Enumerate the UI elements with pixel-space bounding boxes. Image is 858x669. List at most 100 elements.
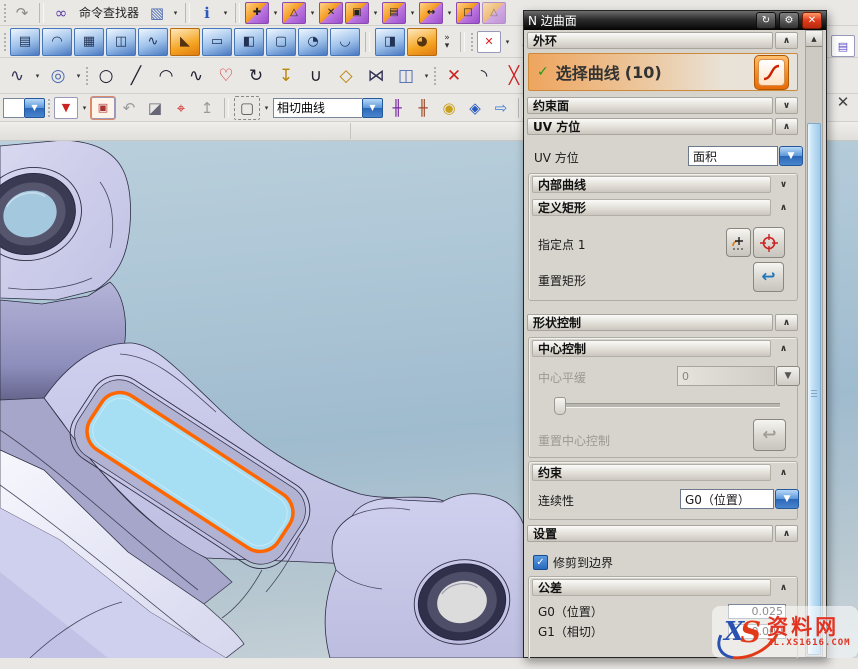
copy-face-icon[interactable]: ▣ <box>345 2 369 24</box>
rect-select-icon[interactable]: ▢ <box>234 96 260 120</box>
center-flat-slider[interactable] <box>554 403 780 408</box>
fit-view-dropdown[interactable]: ▾ <box>503 38 512 46</box>
resize-face-icon[interactable]: ↔ <box>419 2 443 24</box>
node-path-icon[interactable]: ◈ <box>463 97 487 119</box>
point-set-icon[interactable]: ○ <box>92 62 120 90</box>
move-face-icon[interactable]: ✚ <box>245 2 269 24</box>
collapse-icon[interactable]: ∧ <box>773 199 794 216</box>
pattern-face-icon[interactable]: ▤ <box>382 2 406 24</box>
fit-view-icon[interactable]: ✕ <box>477 31 501 53</box>
project-curve-icon[interactable]: ↧ <box>272 62 300 90</box>
dropdown-icon[interactable]: ▼ <box>775 489 799 509</box>
scrollbar-up-button[interactable]: ▲ <box>806 31 822 47</box>
curve-more-dropdown[interactable]: ▾ <box>422 72 431 80</box>
bounded-plane-icon[interactable]: ◠ <box>42 28 72 56</box>
follow-fillet-icon[interactable]: ◉ <box>437 97 461 119</box>
collapse-icon[interactable]: ∧ <box>775 525 798 542</box>
tube-icon[interactable]: ◎ <box>44 62 72 90</box>
offset-region-icon[interactable]: △ <box>282 2 306 24</box>
bend-surface-icon[interactable]: ◡ <box>330 28 360 56</box>
curve-rule-combo[interactable]: 相切曲线▼ <box>273 98 383 118</box>
info-dropdown[interactable]: ▾ <box>221 9 230 17</box>
fillet-curve-icon[interactable]: ◝ <box>470 62 498 90</box>
rect-select-dropdown[interactable]: ▾ <box>262 104 271 112</box>
stop-at-corner-icon[interactable]: ╫ <box>411 97 435 119</box>
info-icon[interactable]: ℹ <box>195 2 219 24</box>
expand-icon[interactable]: ∨ <box>775 97 798 114</box>
dialog-reset-button[interactable]: ↻ <box>756 12 776 29</box>
continuity-combo[interactable]: G0（位置） ▼ <box>680 489 799 509</box>
section-interior-curves[interactable]: 内部曲线 ∨ <box>532 176 794 193</box>
spinner-down-icon[interactable]: ▼ <box>776 366 800 386</box>
selection-filter-dropdown[interactable]: ▾ <box>80 104 89 112</box>
helix-icon[interactable]: ↻ <box>242 62 270 90</box>
delete-face-icon[interactable]: ✕ <box>319 2 343 24</box>
spline-icon[interactable]: ∿ <box>182 62 210 90</box>
selection-filter-icon[interactable]: ▼ <box>54 97 78 119</box>
arc-icon[interactable]: ◠ <box>152 62 180 90</box>
undo-selection-icon[interactable]: ↶ <box>117 97 141 119</box>
dialog-scrollbar[interactable]: ▲ <box>805 30 823 657</box>
section-constraints[interactable]: 约束 ∧ <box>532 464 794 481</box>
toolbar-overflow-button[interactable]: »▾ <box>439 34 455 50</box>
trim-to-boundary-row[interactable]: ✓ 修剪到边界 <box>533 553 613 571</box>
offset-curve-xform-icon[interactable]: ✕ <box>831 91 855 113</box>
view-orient-icon[interactable]: ▧ <box>145 2 169 24</box>
bridge-curve-icon[interactable]: ∪ <box>302 62 330 90</box>
flange-surface-icon[interactable]: ◣ <box>170 28 200 56</box>
specify-point-button[interactable] <box>753 227 785 258</box>
grab-icon[interactable]: ↥ <box>195 97 219 119</box>
pattern-face-dropdown[interactable]: ▾ <box>408 9 417 17</box>
studio-spline-dropdown[interactable]: ▾ <box>33 72 42 80</box>
dialog-close-button[interactable]: ✕ <box>802 12 822 29</box>
proceed-icon[interactable]: ⇨ <box>489 97 513 119</box>
collapse-icon[interactable]: ∧ <box>775 32 798 49</box>
extrude-icon[interactable]: ◨ <box>375 28 405 56</box>
law-extension-icon[interactable]: ◔ <box>298 28 328 56</box>
dialog-titlebar[interactable]: N 边曲面 ↻ ⚙ ✕ <box>524 11 826 30</box>
sew-icon[interactable]: ◧ <box>234 28 264 56</box>
thicken-icon[interactable]: ▭ <box>202 28 232 56</box>
reset-center-button[interactable]: ↩ <box>753 419 786 451</box>
collapse-icon[interactable]: ∧ <box>773 464 794 481</box>
snap-point-icon[interactable]: ⌖ <box>169 97 193 119</box>
section-constraint-faces[interactable]: 约束面 ∨ <box>527 97 798 114</box>
offset-surface-icon[interactable]: ▢ <box>266 28 296 56</box>
type-filter-combo[interactable]: ▼ <box>3 98 45 118</box>
section-curve-icon[interactable]: ◫ <box>392 62 420 90</box>
collapse-icon[interactable]: ∧ <box>775 118 798 135</box>
collapse-icon[interactable]: ∧ <box>775 314 798 331</box>
curve-select-button[interactable] <box>754 55 789 90</box>
trim-checkbox[interactable]: ✓ <box>533 555 548 570</box>
section-center-control[interactable]: 中心控制 ∧ <box>532 340 794 357</box>
copy-face-dropdown[interactable]: ▾ <box>371 9 380 17</box>
closed-curve-icon[interactable]: ♡ <box>212 62 240 90</box>
point-dialog-button[interactable] <box>726 228 751 257</box>
offset-region-dropdown[interactable]: ▾ <box>308 9 317 17</box>
trim-curve-icon[interactable]: ✕ <box>440 62 468 90</box>
dialog-settings-button[interactable]: ⚙ <box>779 12 799 29</box>
tube-dropdown[interactable]: ▾ <box>74 72 83 80</box>
stop-at-intersection-icon[interactable]: ╫ <box>385 97 409 119</box>
curve-on-surface-icon[interactable]: ◇ <box>332 62 360 90</box>
slider-thumb[interactable] <box>554 397 566 415</box>
trim-body-icon[interactable]: ▦ <box>74 28 104 56</box>
extract-sheet-icon[interactable]: ▤ <box>10 28 40 56</box>
section-settings[interactable]: 设置 ∧ <box>527 525 798 542</box>
shell-body-icon[interactable]: △ <box>482 2 506 24</box>
collapse-icon[interactable]: ∧ <box>773 340 794 357</box>
reset-rectangle-button[interactable]: ↩ <box>753 262 784 292</box>
section-outer-loop[interactable]: 外环 ∧ <box>527 32 798 49</box>
section-shape-control[interactable]: 形状控制 ∧ <box>527 314 798 331</box>
resize-face-dropdown[interactable]: ▾ <box>445 9 454 17</box>
intersection-curve-icon[interactable]: ⋈ <box>362 62 390 90</box>
uv-orientation-combo[interactable]: 面积 ▼ <box>688 146 803 166</box>
split-body-icon[interactable]: ◫ <box>106 28 136 56</box>
swept-surface-icon[interactable]: ∿ <box>138 28 168 56</box>
select-curve-row[interactable]: ✓ 选择曲线 (10) <box>528 53 798 91</box>
studio-spline-icon[interactable]: ∿ <box>3 62 31 90</box>
view-orient-dropdown[interactable]: ▾ <box>171 9 180 17</box>
select-scope-icon[interactable]: ▣ <box>91 97 115 119</box>
revolve-icon[interactable]: ◕ <box>407 28 437 56</box>
deselect-icon[interactable]: ◪ <box>143 97 167 119</box>
